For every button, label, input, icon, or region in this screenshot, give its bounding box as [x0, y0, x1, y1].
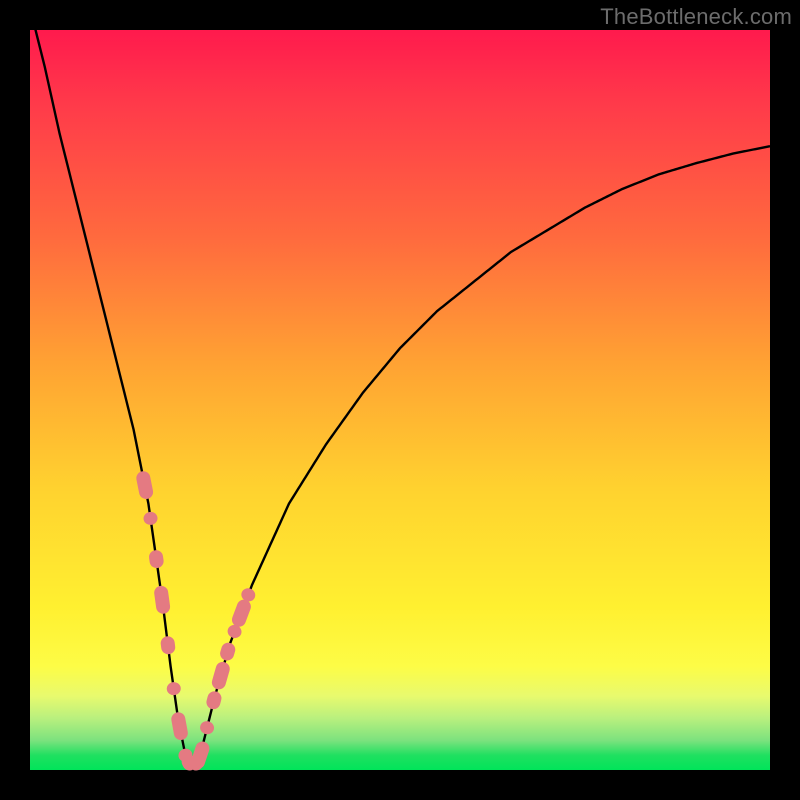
bead	[153, 585, 171, 615]
bead	[148, 549, 164, 569]
bead	[218, 641, 237, 662]
bead	[166, 681, 182, 696]
bead	[160, 635, 176, 655]
bead	[170, 711, 189, 741]
bead	[143, 511, 159, 526]
bead	[210, 660, 231, 691]
bead	[135, 470, 154, 500]
watermark-text: TheBottleneck.com	[600, 4, 792, 30]
plot-area	[30, 30, 770, 770]
bead-group	[135, 470, 257, 773]
bead	[230, 598, 253, 629]
bead	[205, 690, 223, 711]
chart-frame: TheBottleneck.com	[0, 0, 800, 800]
curve-svg	[30, 30, 770, 770]
bottleneck-curve	[30, 8, 770, 770]
bead	[199, 720, 216, 736]
